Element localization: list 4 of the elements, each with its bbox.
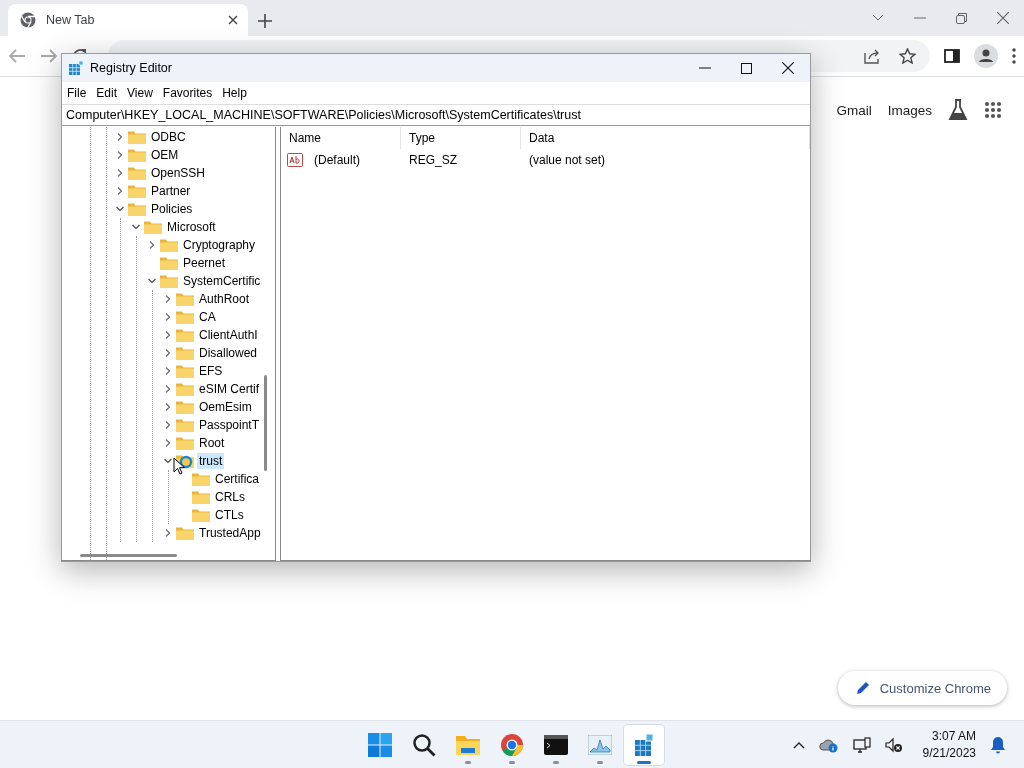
- tab-title: New Tab: [46, 13, 96, 27]
- value-type: REG_SZ: [408, 153, 458, 167]
- value-data: (value not set): [528, 153, 607, 167]
- window-title: Registry Editor: [90, 61, 172, 75]
